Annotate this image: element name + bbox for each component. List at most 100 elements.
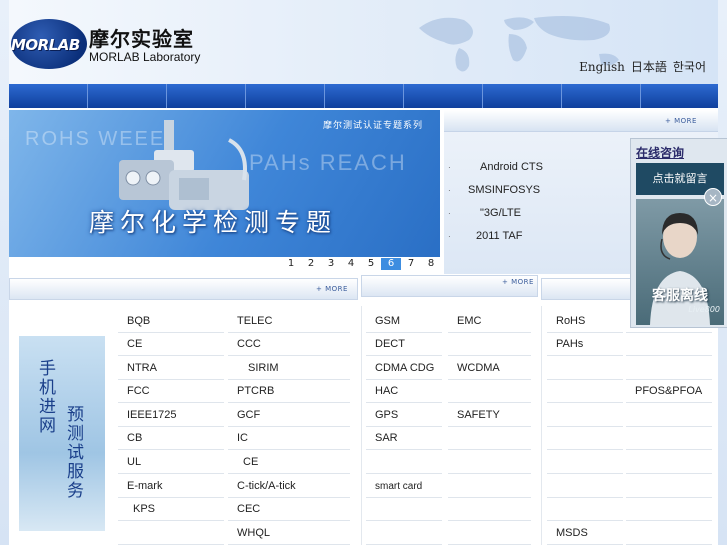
cert-link[interactable] (448, 427, 531, 450)
cert-link[interactable]: GPS (366, 404, 442, 427)
section-more-link[interactable]: + MORE (316, 285, 348, 293)
cert-link[interactable]: PTCRB (228, 380, 350, 403)
cert-link[interactable] (547, 357, 623, 380)
nav-item-9[interactable] (641, 84, 718, 108)
cert-link[interactable] (366, 522, 442, 545)
cert-link[interactable]: WCDMA (448, 357, 531, 380)
promo-text-line2: 预测试服务 (67, 405, 84, 501)
cert-link[interactable]: PAHs (547, 333, 623, 356)
banner-title: 摩尔化学检测专题 (89, 208, 338, 237)
phone-testing-promo-image[interactable]: 手机进网 预测试服务 (19, 336, 105, 531)
cert-link[interactable]: BQB (118, 310, 224, 333)
cert-link[interactable]: GCF (228, 404, 350, 427)
cert-link[interactable]: MSDS (547, 522, 623, 545)
cert-link[interactable]: GSM (366, 310, 442, 333)
nav-item-8[interactable] (562, 84, 641, 108)
cert-link[interactable]: SAFETY (448, 404, 531, 427)
column-divider (361, 306, 362, 545)
cert-link[interactable]: EMC (448, 310, 531, 333)
cert-link[interactable]: SIRIM (228, 357, 350, 380)
nav-item-1[interactable] (9, 84, 88, 108)
logo-text[interactable]: MORLAB (11, 36, 80, 54)
cert-link[interactable]: CE (228, 451, 350, 474)
chat-title-link[interactable]: 在线咨询 (636, 144, 684, 161)
cert-link[interactable] (448, 333, 531, 356)
banner-page-4[interactable]: 4 (341, 258, 361, 270)
cert-link[interactable] (626, 404, 712, 427)
banner-page-2[interactable]: 2 (301, 258, 321, 270)
cert-link[interactable]: smart card (366, 475, 442, 498)
cert-link[interactable]: CDMA CDG (366, 357, 442, 380)
cert-link[interactable]: WHQL (228, 522, 350, 545)
cert-link[interactable] (626, 333, 712, 356)
cert-link[interactable] (626, 498, 712, 521)
cert-link[interactable]: C-tick/A-tick (228, 475, 350, 498)
banner-page-3[interactable]: 3 (321, 258, 341, 270)
nav-item-6[interactable] (404, 84, 483, 108)
cert-link[interactable]: PFOS&PFOA (626, 380, 712, 403)
section-header-middle: + MORE (361, 275, 538, 297)
cert-link[interactable]: E-mark (118, 475, 224, 498)
cert-link[interactable] (448, 451, 531, 474)
support-agent-photo[interactable]: 客服离线 Live800 (636, 199, 724, 325)
cert-link[interactable] (547, 475, 623, 498)
bullet-icon: · (448, 232, 451, 241)
nav-item-5[interactable] (325, 84, 404, 108)
section-more-link[interactable]: + MORE (502, 278, 534, 286)
cert-link[interactable] (626, 451, 712, 474)
column-divider (541, 306, 542, 545)
cert-link[interactable] (366, 498, 442, 521)
cert-link[interactable] (626, 357, 712, 380)
cert-link[interactable] (547, 427, 623, 450)
cert-link[interactable] (448, 522, 531, 545)
cert-link[interactable] (626, 522, 712, 545)
cert-link[interactable]: NTRA (118, 357, 224, 380)
cert-link[interactable]: UL (118, 451, 224, 474)
cert-link[interactable] (448, 380, 531, 403)
cert-link[interactable]: CB (118, 427, 224, 450)
news-item-text[interactable]: "3G/LTE (480, 202, 521, 225)
feature-banner[interactable]: ROHS WEEE PAHs REACH 摩尔测试认证专题系列 摩尔化学检测专题 (9, 110, 440, 257)
page: MORLAB 摩尔实验室 MORLAB Laboratory English 日本… (9, 0, 727, 545)
news-more-link[interactable]: + MORE (665, 117, 697, 125)
cert-link[interactable] (448, 475, 531, 498)
lang-korean-link[interactable]: 한국어 (673, 60, 706, 74)
news-item-text[interactable]: Android CTS (480, 156, 543, 179)
news-item-text[interactable]: SMSINFOSYS (468, 179, 540, 202)
cert-link[interactable]: IC (228, 427, 350, 450)
cert-link[interactable]: RoHS (547, 310, 623, 333)
cert-link[interactable]: TELEC (228, 310, 350, 333)
cert-link[interactable] (547, 498, 623, 521)
nav-item-2[interactable] (88, 84, 167, 108)
cert-link[interactable] (448, 498, 531, 521)
lang-english-link[interactable]: English (579, 60, 625, 74)
cert-link[interactable] (547, 451, 623, 474)
close-icon[interactable]: × (704, 188, 722, 206)
cert-link[interactable]: CEC (228, 498, 350, 521)
nav-item-7[interactable] (483, 84, 562, 108)
lang-japanese-link[interactable]: 日本語 (631, 60, 667, 74)
nav-item-4[interactable] (246, 84, 325, 108)
cert-link[interactable]: SAR (366, 427, 442, 450)
cert-link[interactable]: HAC (366, 380, 442, 403)
cert-link[interactable] (547, 380, 623, 403)
banner-page-8[interactable]: 8 (421, 258, 441, 270)
nav-item-3[interactable] (167, 84, 246, 108)
banner-page-5[interactable]: 5 (361, 258, 381, 270)
cert-link[interactable] (626, 475, 712, 498)
cert-link[interactable] (547, 404, 623, 427)
banner-page-7[interactable]: 7 (401, 258, 421, 270)
banner-series-label: 摩尔测试认证专题系列 (323, 121, 424, 131)
cert-link[interactable]: IEEE1725 (118, 404, 224, 427)
news-item-text[interactable]: 2011 TAF (476, 225, 522, 248)
cert-link[interactable] (118, 522, 224, 545)
cert-link[interactable]: DECT (366, 333, 442, 356)
cert-link[interactable]: FCC (118, 380, 224, 403)
banner-page-6[interactable]: 6 (381, 258, 401, 270)
banner-page-1[interactable]: 1 (281, 258, 301, 270)
cert-link[interactable]: CE (118, 333, 224, 356)
cert-link[interactable]: KPS (118, 498, 224, 521)
cert-link[interactable] (366, 451, 442, 474)
cert-link[interactable]: CCC (228, 333, 350, 356)
cert-link[interactable] (626, 427, 712, 450)
